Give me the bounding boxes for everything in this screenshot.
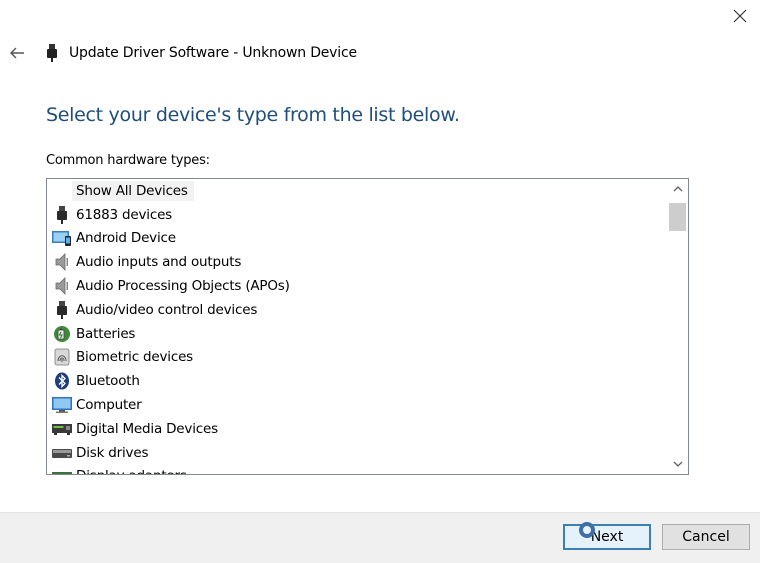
list-item[interactable]: Show All Devices [47,179,667,203]
list-item-label: Biometric devices [76,349,194,366]
cancel-button[interactable]: Cancel [662,524,750,550]
usb-plug-icon [52,205,72,224]
bluetooth-icon [52,372,72,390]
list-item-label: Audio/video control devices [76,301,258,318]
window-title: Update Driver Software - Unknown Device [69,45,357,61]
list-item-label: Display adapters [76,466,191,474]
display-adapter-icon [52,467,72,474]
disk-drive-icon [52,444,72,462]
page-heading: Select your device's type from the list … [46,104,460,126]
list-item[interactable]: Display adapters [47,465,667,474]
list-item[interactable]: Android Device [47,227,667,251]
list-item[interactable]: Bluetooth [47,369,667,393]
chevron-up-icon [673,186,682,192]
close-icon [733,9,747,23]
list-item-label: Digital Media Devices [76,420,218,437]
speaker-icon [52,277,72,296]
list-item[interactable]: 61883 devices [47,203,667,227]
list-item[interactable]: Audio inputs and outputs [47,250,667,274]
list-item-label: Audio inputs and outputs [76,254,242,271]
list-item-label: Audio Processing Objects (APOs) [76,278,290,295]
list-item-label: Batteries [76,325,136,342]
list-item-label: Computer [76,397,142,414]
list-item[interactable]: Audio/video control devices [47,298,667,322]
list-item[interactable]: Batteries [47,322,667,346]
icon-placeholder [52,182,72,200]
list-item-label: Android Device [76,230,176,247]
monitor-phone-icon [52,229,72,247]
list-item[interactable]: Biometric devices [47,346,667,370]
list-item-label: 61883 devices [76,206,173,223]
chevron-down-icon [673,461,682,467]
device-icon [46,44,58,62]
list-item[interactable]: Computer [47,393,667,417]
list-item[interactable]: Audio Processing Objects (APOs) [47,274,667,298]
vertical-scrollbar[interactable] [667,179,688,474]
fingerprint-icon [52,348,72,366]
media-device-icon [52,420,72,438]
scroll-down-button[interactable] [667,454,688,474]
list-item-label: Disk drives [76,444,149,461]
scroll-thumb[interactable] [669,203,686,231]
next-button[interactable]: Next [563,524,651,550]
list-item[interactable]: Digital Media Devices [47,417,667,441]
close-button[interactable] [726,2,754,30]
usb-plug-icon [52,300,72,319]
footer-bar: Next Cancel [0,512,760,563]
list-item-label: Show All Devices [72,180,194,201]
pointer-cursor [579,522,595,538]
back-button[interactable] [6,42,28,64]
list-items-container: Show All Devices 61883 devices Android Dev… [47,179,667,474]
list-item-label: Bluetooth [76,373,140,390]
scroll-up-button[interactable] [667,179,688,199]
hardware-type-list[interactable]: Show All Devices 61883 devices Android Dev… [46,178,689,475]
battery-icon [52,325,72,343]
list-label: Common hardware types: [46,153,210,168]
back-arrow-icon [10,47,24,59]
list-item[interactable]: Disk drives [47,441,667,465]
speaker-icon [52,253,72,272]
monitor-icon [52,396,72,414]
